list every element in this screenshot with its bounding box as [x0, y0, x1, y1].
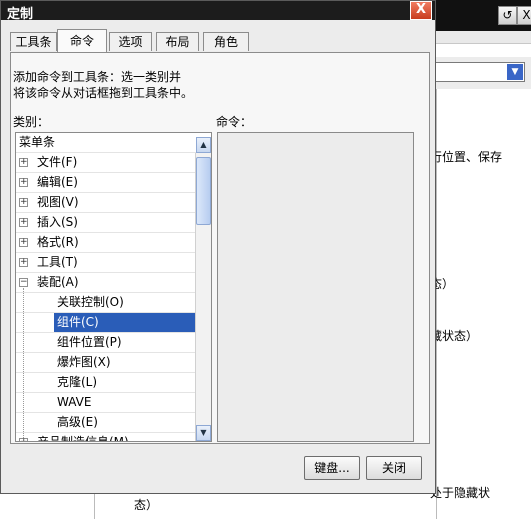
scrollbar-thumb[interactable]	[196, 157, 211, 225]
list-header[interactable]: 菜单条	[16, 133, 197, 153]
keyboard-button[interactable]: 键盘...	[304, 456, 360, 480]
collapse-icon[interactable]: −	[19, 278, 28, 287]
background-strip	[436, 31, 531, 44]
expand-icon[interactable]: +	[19, 438, 28, 441]
tab-commands[interactable]: 命令	[57, 29, 107, 52]
command-label: 命令：	[216, 115, 253, 129]
tab-layout[interactable]: 布局	[156, 32, 199, 51]
background-text: 态）	[134, 498, 159, 512]
background-text: 行位置、保存	[430, 150, 503, 164]
list-item[interactable]: WAVE	[16, 393, 197, 413]
list-item[interactable]: − 装配(A)	[16, 273, 197, 293]
close-button[interactable]: 关闭	[366, 456, 422, 480]
scroll-down-icon[interactable]: ▼	[196, 425, 211, 441]
tab-roles[interactable]: 角色	[203, 32, 249, 51]
command-list[interactable]	[217, 132, 414, 442]
expand-icon[interactable]: +	[19, 218, 28, 227]
tab-options[interactable]: 选项	[109, 32, 152, 51]
instructions: 添加命令到工具条：选一类别并 将该命令从对话框拖到工具条中。	[13, 69, 193, 101]
list-item[interactable]: + 工具(T)	[16, 253, 197, 273]
close-icon[interactable]: X	[410, 1, 432, 20]
list-item-selected[interactable]: 组件(C)	[16, 313, 197, 333]
expand-icon[interactable]: +	[19, 198, 28, 207]
list-item[interactable]: + 文件(F)	[16, 153, 197, 173]
list-item[interactable]: 克隆(L)	[16, 373, 197, 393]
dialog-titlebar[interactable]: 定制 X	[1, 1, 435, 22]
background-toolbar: ↺ X	[436, 0, 531, 31]
expand-icon[interactable]: +	[19, 238, 28, 247]
scroll-up-icon[interactable]: ▲	[196, 137, 211, 153]
instructions-line: 添加命令到工具条：选一类别并	[13, 70, 182, 84]
expand-icon[interactable]: +	[19, 258, 28, 267]
list-item[interactable]: + 插入(S)	[16, 213, 197, 233]
category-scrollbar[interactable]: ▲ ▼	[195, 137, 211, 441]
list-item[interactable]: + 格式(R)	[16, 233, 197, 253]
list-item-clipped[interactable]: + 产品制造信息(M)	[16, 433, 197, 441]
category-label: 类别：	[13, 115, 50, 129]
list-item[interactable]: 爆炸图(X)	[16, 353, 197, 373]
expand-icon[interactable]: +	[19, 158, 28, 167]
refresh-icon[interactable]: ↺	[498, 6, 517, 25]
background-text: 处于隐藏状	[430, 486, 491, 500]
tab-toolbars[interactable]: 工具条	[10, 32, 57, 51]
background-combo[interactable]: ▼	[430, 62, 525, 82]
chevron-down-icon[interactable]: ▼	[507, 64, 523, 80]
list-item[interactable]: 高级(E)	[16, 413, 197, 433]
instructions-line: 将该命令从对话框拖到工具条中。	[13, 86, 194, 100]
expand-icon[interactable]: +	[19, 178, 28, 187]
background-divider	[84, 494, 95, 519]
list-item[interactable]: + 视图(V)	[16, 193, 197, 213]
background-text: 藏状态）	[430, 329, 479, 343]
dialog-title: 定制	[7, 7, 34, 22]
list-item[interactable]: 组件位置(P)	[16, 333, 197, 353]
customize-dialog: 定制 X 工具条 命令 选项 布局 角色 添加命令到工具条：选一类别并 将该命令…	[0, 0, 436, 494]
category-list[interactable]: 菜单条 + 文件(F) + 编辑(E) + 视图(V) + 插入(S) + 格式…	[15, 132, 212, 442]
list-item[interactable]: 关联控制(O)	[16, 293, 197, 313]
close-icon[interactable]: X	[517, 6, 531, 25]
list-item[interactable]: + 编辑(E)	[16, 173, 197, 193]
